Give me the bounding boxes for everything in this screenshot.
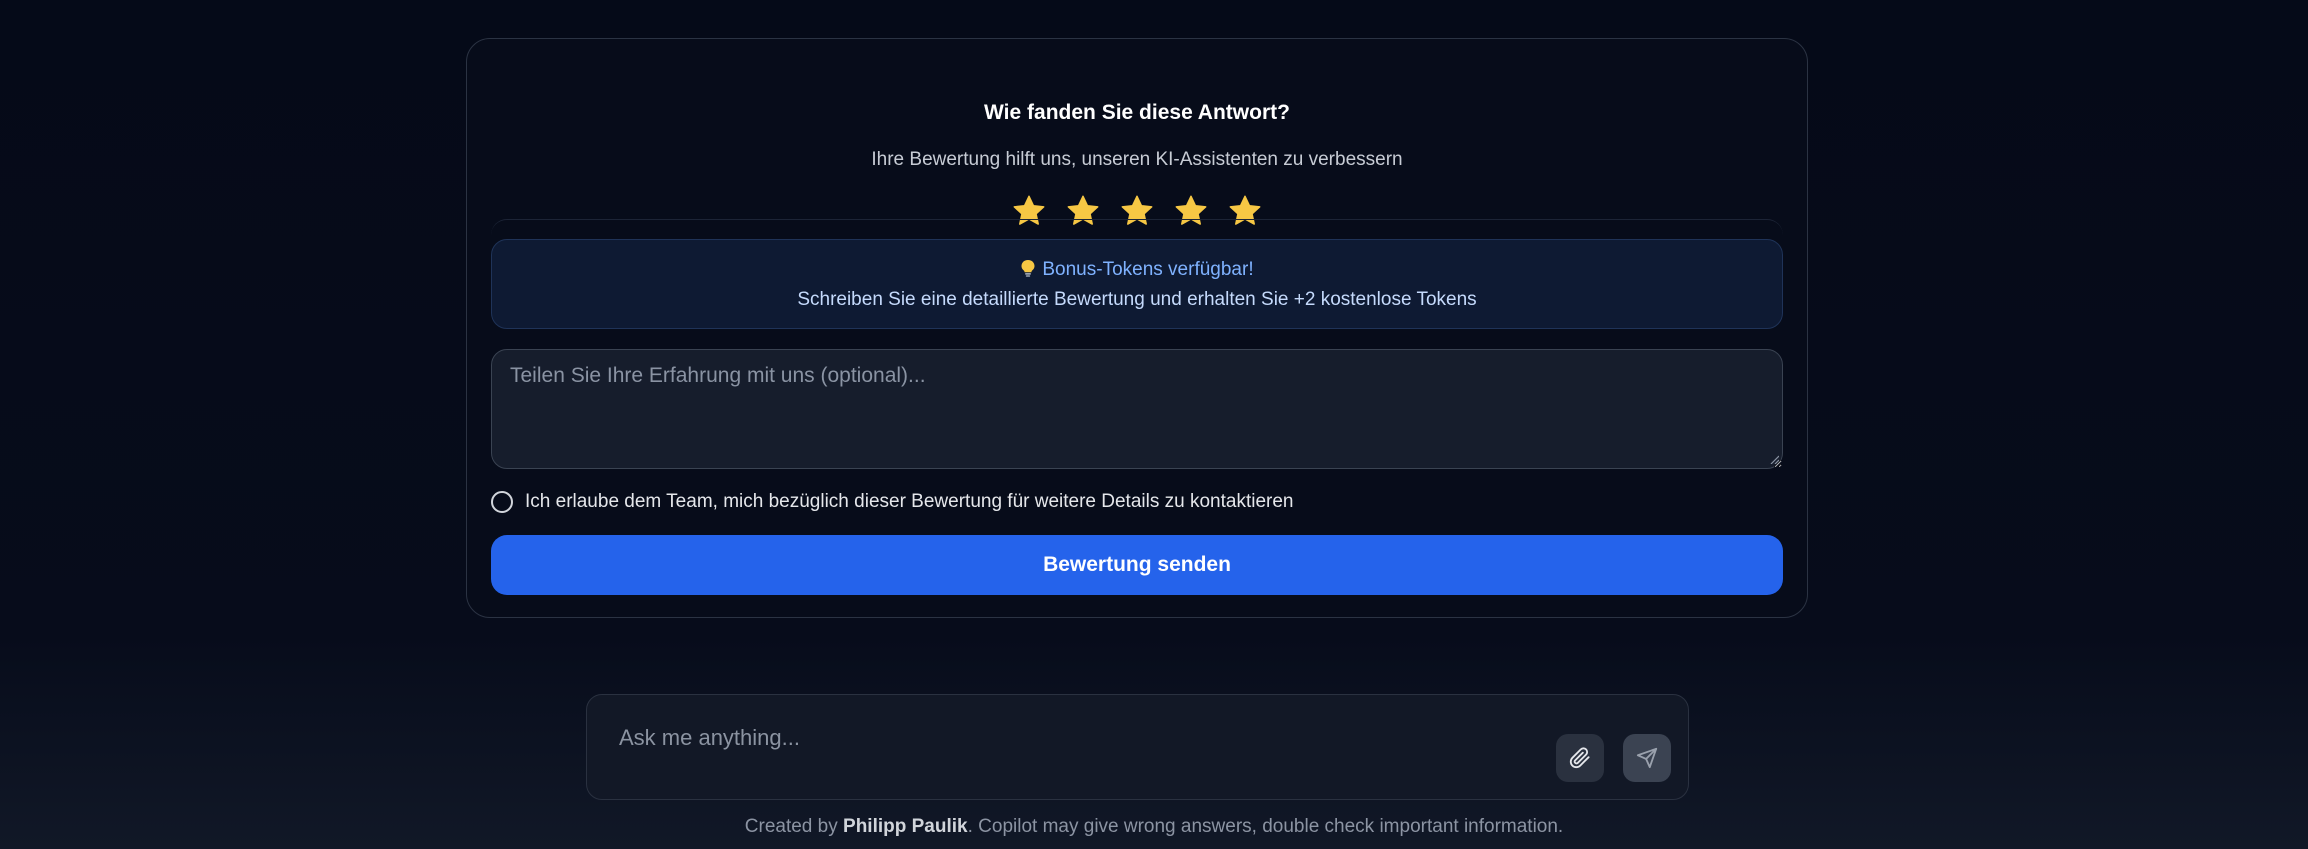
feedback-title: Wie fanden Sie diese Antwort? xyxy=(984,101,1290,124)
contact-permission-row[interactable]: Ich erlaube dem Team, mich bezüglich die… xyxy=(491,489,1293,515)
send-icon xyxy=(1636,747,1658,769)
contact-permission-label: Ich erlaube dem Team, mich bezüglich die… xyxy=(525,491,1294,512)
chat-composer xyxy=(586,694,1689,800)
bonus-tokens-notice: Bonus-Tokens verfügbar! Schreiben Sie ei… xyxy=(491,239,1783,329)
footer-author: Philipp Paulik xyxy=(843,816,968,837)
feedback-card: Wie fanden Sie diese Antwort? Ihre Bewer… xyxy=(466,38,1808,618)
submit-rating-button[interactable]: Bewertung senden xyxy=(491,535,1783,595)
contact-permission-checkbox[interactable] xyxy=(491,491,513,513)
page: Wie fanden Sie diese Antwort? Ihre Bewer… xyxy=(0,0,2308,849)
feedback-textarea[interactable] xyxy=(491,349,1783,469)
bonus-description: Schreiben Sie eine detaillierte Bewertun… xyxy=(797,289,1477,310)
bonus-title-line: Bonus-Tokens verfügbar! xyxy=(492,259,1782,281)
attach-button[interactable] xyxy=(1556,734,1604,782)
lightbulb-icon xyxy=(1020,259,1036,280)
footer-disclaimer: Created by Philipp Paulik. Copilot may g… xyxy=(0,816,2308,838)
chat-input[interactable] xyxy=(617,719,1521,757)
footer-suffix: . Copilot may give wrong answers, double… xyxy=(967,816,1564,837)
send-button[interactable] xyxy=(1623,734,1671,782)
feedback-subtitle: Ihre Bewertung hilft uns, unseren KI-Ass… xyxy=(871,149,1403,170)
footer-prefix: Created by xyxy=(744,816,844,837)
bonus-title: Bonus-Tokens verfügbar! xyxy=(1042,259,1254,280)
paperclip-icon xyxy=(1569,747,1590,769)
